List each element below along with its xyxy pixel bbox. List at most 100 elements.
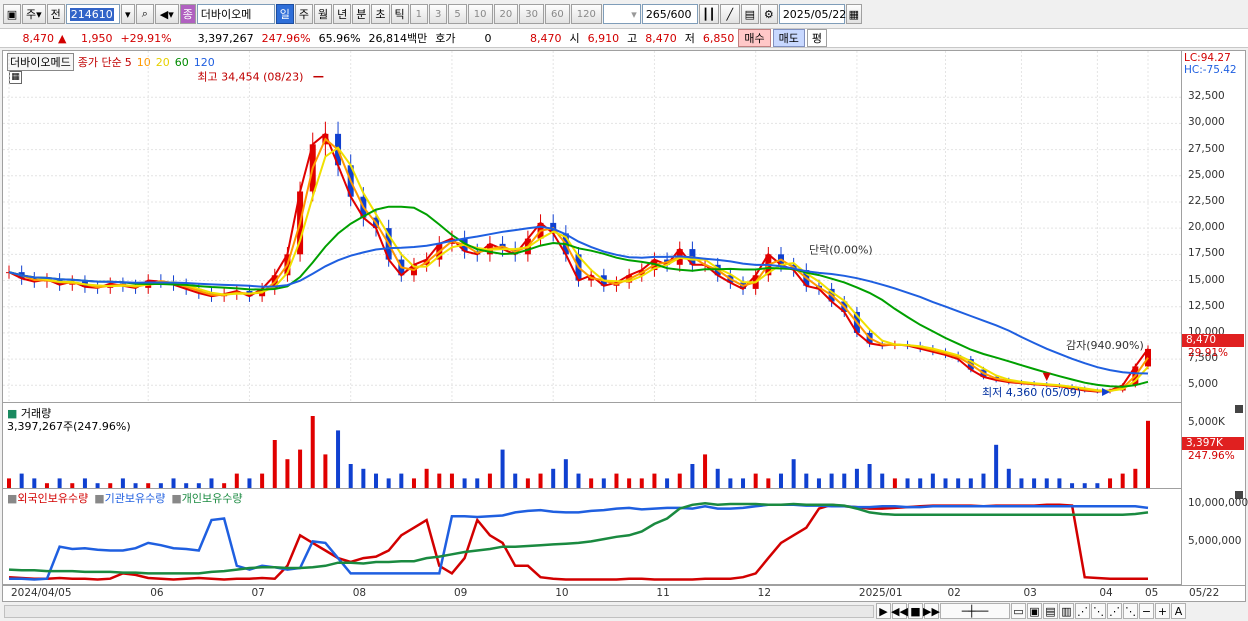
interval-30[interactable]: 30 (519, 4, 544, 24)
period-week[interactable]: 주 (294, 4, 314, 24)
font-icon[interactable]: A (1171, 603, 1186, 619)
horizontal-scrollbar[interactable] (4, 605, 874, 618)
volume-pane: ■ 거래량 3,397,267주(247.96%) (3, 403, 1181, 489)
low-label: 저 (684, 32, 695, 45)
volume-bar (665, 478, 670, 488)
volume-bar (627, 478, 632, 488)
volume-bar (981, 473, 986, 488)
stop-icon[interactable]: ■ (908, 603, 923, 619)
save-icon[interactable]: ▤ (740, 4, 759, 24)
range-input[interactable]: 265/600 (641, 4, 698, 24)
price-tick: 20,000 (1188, 221, 1225, 234)
layout-icon-4[interactable]: ▥ (1059, 603, 1074, 619)
volume-bar (487, 473, 492, 488)
fast-forward-icon[interactable]: ▶▶ (923, 603, 940, 619)
line-tool-icon[interactable]: ╱ (719, 4, 740, 24)
layout-icon-3[interactable]: ▤ (1043, 603, 1058, 619)
volume-bar (1095, 483, 1100, 488)
volume-bar (336, 430, 341, 488)
volume-tick: 5,000K (1188, 416, 1225, 428)
interval-10[interactable]: 10 (467, 4, 493, 24)
period-tick[interactable]: 틱 (390, 4, 409, 24)
code-dropdown[interactable]: ▾ (120, 4, 135, 24)
price-pane: 더바이오메드 종가 단순 5 10 20 60 120 ▦ 최고 34,454 … (3, 51, 1181, 403)
zoom-out-icon[interactable]: − (1139, 603, 1154, 619)
volume-bar (1146, 420, 1150, 488)
jeon-button[interactable]: 전 (46, 4, 65, 24)
layout-icon-2[interactable]: ▣ (1027, 603, 1042, 619)
trend-icon-3[interactable]: ⋰ (1107, 603, 1122, 619)
candle-icon[interactable]: ┃┃ (698, 4, 719, 24)
date-input[interactable]: 2025/05/22 (778, 4, 846, 24)
holdings-tick-10m: 10,000,000 (1188, 497, 1248, 509)
volume-bar (70, 483, 75, 488)
date-label: 05/22 (1189, 587, 1220, 599)
code-input[interactable]: 214610 (65, 4, 120, 24)
foreign-legend: ■외국인보유수량 (7, 492, 89, 505)
chart-area: 더바이오메드 종가 단순 5 10 20 60 120 ▦ 최고 34,454 … (2, 50, 1248, 602)
hoga-price: 8,470 (530, 31, 562, 45)
volume-bar (437, 473, 442, 488)
window-icon[interactable]: ▣ (3, 4, 21, 24)
gear-icon[interactable]: ⚙ (759, 4, 778, 24)
trend-icon-4[interactable]: ⋱ (1123, 603, 1138, 619)
holdings-axis: 10,000,000 5,000,000 (1181, 489, 1248, 585)
volume-bar (905, 478, 910, 488)
scroll-right-icon[interactable]: ▶ (876, 603, 891, 619)
date-label: 08 (352, 587, 367, 599)
interval-20[interactable]: 20 (493, 4, 519, 24)
trend-icon-2[interactable]: ⋱ (1091, 603, 1106, 619)
volume-pane-close-icon[interactable] (1235, 405, 1243, 413)
date-label: 12 (757, 587, 772, 599)
volume-bar (690, 464, 695, 488)
interval-3[interactable]: 3 (429, 4, 448, 24)
search-icon[interactable]: ⌕ (135, 4, 154, 24)
volume-bar (222, 483, 227, 488)
interval-5[interactable]: 5 (448, 4, 467, 24)
bottom-bar: ▶ ◀◀ ■ ▶▶ ─┼── ▭ ▣ ▤ ▥ ⋰ ⋱ ⋰ ⋱ − + A (0, 602, 1248, 621)
period-second[interactable]: 초 (371, 4, 390, 24)
custom-interval-select[interactable]: ▾ (602, 4, 641, 24)
market-select[interactable]: 주 ▾ (22, 4, 46, 24)
volume-bar (1044, 478, 1049, 488)
average-button[interactable]: 평 (806, 29, 828, 47)
sell-button[interactable]: 매도 (772, 29, 805, 47)
volume-bar (310, 416, 315, 488)
trend-icon-1[interactable]: ⋰ (1075, 603, 1090, 619)
period-year[interactable]: 년 (333, 4, 352, 24)
interval-1[interactable]: 1 (409, 4, 429, 24)
zoom-in-icon[interactable]: + (1155, 603, 1170, 619)
volume-bar (968, 478, 973, 488)
volume-chart-svg (7, 416, 1150, 488)
volume-bar (703, 454, 708, 488)
period-day[interactable]: 일 (275, 4, 294, 24)
volume-bar (791, 459, 796, 488)
period-month[interactable]: 월 (314, 4, 333, 24)
layout-icon-1[interactable]: ▭ (1011, 603, 1026, 619)
calendar-icon[interactable]: ▦ (845, 4, 862, 24)
stock-name-field[interactable]: 더바이오메 (196, 4, 275, 24)
turnover-rate: 65.96% (318, 31, 361, 45)
period-minute[interactable]: 분 (352, 4, 371, 24)
speaker-icon[interactable]: ◀▾ (154, 4, 179, 24)
price-tick: 22,500 (1188, 194, 1225, 207)
volume-bar (1082, 483, 1087, 488)
volume-bar (918, 478, 923, 488)
volume-bar (361, 468, 366, 488)
zoom-slider[interactable]: ─┼── (940, 603, 1010, 619)
price-tag: 8,470 (1182, 334, 1244, 347)
interval-120[interactable]: 120 (570, 4, 602, 24)
interval-60[interactable]: 60 (544, 4, 570, 24)
buy-button[interactable]: 매수 (738, 29, 771, 47)
volume-tag-pct: 247.96% (1188, 450, 1235, 462)
gamja-arrow (1042, 372, 1051, 382)
date-label: 04 (1099, 587, 1113, 599)
price-tick: 32,500 (1188, 90, 1225, 103)
date-label: 10 (555, 587, 569, 599)
volume-bar (943, 478, 948, 488)
rewind-icon[interactable]: ◀◀ (891, 603, 908, 619)
volume-bar (589, 478, 594, 488)
institution-legend: ■기관보유수량 (94, 492, 166, 505)
volume-bar (500, 449, 505, 488)
quote-bar: 8,470 ▲ 1,950 +29.91% 3,397,267 247.96% … (0, 28, 1248, 48)
